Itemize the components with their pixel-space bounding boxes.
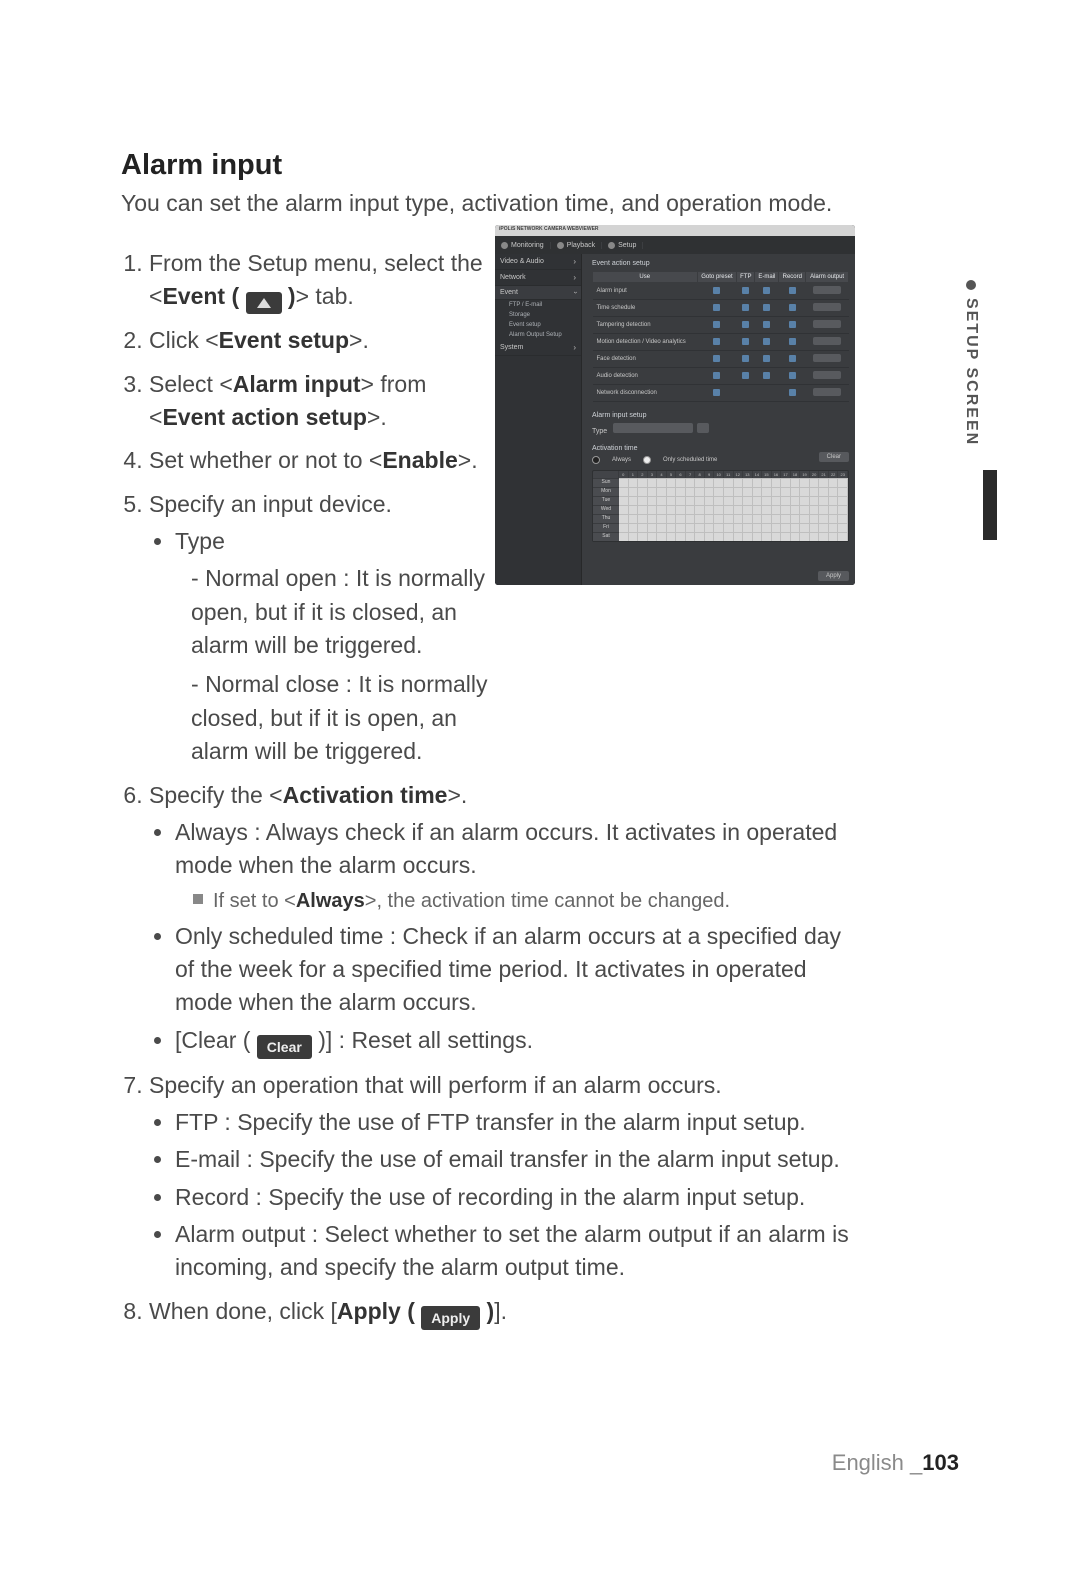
clear-button-icon: Clear: [257, 1035, 312, 1059]
sidebar-sub-event-setup[interactable]: Event setup: [495, 320, 581, 330]
apply-button-icon: Apply: [421, 1306, 480, 1330]
step-7-alarm-output: Alarm output : Select whether to set the…: [175, 1218, 861, 1285]
sidebar-item-event[interactable]: Event›: [495, 286, 581, 300]
thumb-index-bar: [983, 470, 997, 540]
section-intro: You can set the alarm input type, activa…: [121, 188, 861, 219]
tab-playback[interactable]: Playback: [551, 242, 602, 249]
tab-setup[interactable]: Setup: [602, 242, 643, 249]
top-tabs: Monitoring Playback Setup: [495, 236, 855, 254]
step-7-record: Record : Specify the use of recording in…: [175, 1181, 861, 1214]
sidebar-item-system[interactable]: System: [495, 340, 581, 356]
section-title: Alarm input: [121, 149, 861, 182]
event-icon: [246, 292, 282, 314]
step-7-ftp: FTP : Specify the use of FTP transfer in…: [175, 1106, 861, 1139]
side-tab-dot-icon: [966, 280, 976, 290]
step-5-normal-close: Normal close : It is normally closed, bu…: [191, 668, 495, 768]
step-8: When done, click [Apply ( Apply )].: [149, 1295, 861, 1330]
apply-button[interactable]: Apply: [818, 571, 849, 581]
radio-scheduled[interactable]: [643, 456, 651, 464]
step-6-always: Always : Always check if an alarm occurs…: [175, 816, 861, 916]
note-bullet-icon: [193, 894, 203, 904]
chapter-side-tab: SETUP SCREEN: [962, 280, 980, 446]
step-6-clear: [Clear ( Clear )] : Reset all settings.: [175, 1024, 861, 1059]
step-7-email: E-mail : Specify the use of email transf…: [175, 1143, 861, 1176]
sidebar-item-network[interactable]: Network: [495, 270, 581, 286]
panel-heading: Event action setup: [592, 260, 849, 267]
playback-icon: [557, 242, 564, 249]
embedded-screenshot: iPOLiS NETWORK CAMERA WEBVIEWER Monitori…: [495, 225, 855, 585]
step-6: Specify the <Activation time>. Always : …: [149, 779, 861, 1059]
step-7: Specify an operation that will perform i…: [149, 1069, 861, 1285]
sidebar: Video & Audio Network Event› FTP / E-mai…: [495, 254, 582, 585]
page-footer: English _103: [832, 1450, 959, 1476]
manual-page: Alarm input You can set the alarm input …: [0, 0, 1080, 1571]
step-6-always-note: If set to <Always>, the activation time …: [193, 887, 861, 916]
clear-button[interactable]: Clear: [819, 452, 849, 462]
step-5-type: Type Normal open : It is normally open, …: [175, 525, 495, 768]
step-5-normal-open: Normal open : It is normally open, but i…: [191, 562, 495, 662]
tab-monitoring[interactable]: Monitoring: [495, 242, 551, 249]
alarm-input-setup-label: Alarm input setup: [592, 412, 849, 419]
sidebar-sub-ftp-email[interactable]: FTP / E-mail: [495, 300, 581, 310]
type-select-arrow-icon[interactable]: [697, 423, 709, 433]
window-titlebar: iPOLiS NETWORK CAMERA WEBVIEWER: [495, 225, 855, 236]
type-label: Type: [592, 428, 607, 435]
main-panel: Event action setup Use Goto preset FTP E…: [582, 254, 855, 585]
event-action-table: Use Goto preset FTP E-mail Record Alarm …: [592, 271, 849, 402]
step-4: Set whether or not to <Enable>.: [149, 444, 495, 477]
schedule-grid[interactable]: 01234567891011121314151617181920212223 S…: [592, 470, 849, 542]
radio-always[interactable]: [592, 456, 600, 464]
checkbox[interactable]: [713, 287, 720, 294]
step-6-scheduled: Only scheduled time : Check if an alarm …: [175, 920, 861, 1020]
step-5: Specify an input device. Type Normal ope…: [149, 488, 495, 769]
activation-time-label: Activation time: [592, 445, 849, 452]
monitoring-icon: [501, 242, 508, 249]
sidebar-sub-alarm-output[interactable]: Alarm Output Setup: [495, 330, 581, 340]
step-1: From the Setup menu, select the <Event (…: [149, 247, 495, 314]
step-2: Click <Event setup>.: [149, 324, 495, 357]
sidebar-sub-storage[interactable]: Storage: [495, 310, 581, 320]
sidebar-item-video-audio[interactable]: Video & Audio: [495, 254, 581, 270]
dropdown[interactable]: [813, 286, 841, 294]
setup-icon: [608, 242, 615, 249]
type-select[interactable]: [613, 423, 693, 433]
step-3: Select <Alarm input> from <Event action …: [149, 368, 495, 435]
